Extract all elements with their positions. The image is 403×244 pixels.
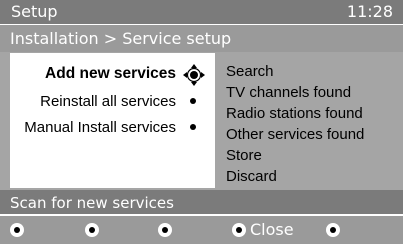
menu-item-label: Reinstall all services xyxy=(40,92,176,110)
submenu-item-other-services-found: Other services found xyxy=(226,126,365,143)
submenu-panel: Search TV channels found Radio stations … xyxy=(216,53,396,188)
screen-title: Setup xyxy=(11,2,58,21)
menu-item-add-new-services[interactable]: Add new services xyxy=(45,63,205,86)
color-key-2-icon[interactable] xyxy=(85,223,99,237)
color-key-1-icon[interactable] xyxy=(10,223,24,237)
submenu-item-tv-channels-found: TV channels found xyxy=(226,84,352,101)
menu-item-manual-install-services[interactable]: Manual Install services xyxy=(24,116,203,138)
color-key-5-icon[interactable] xyxy=(326,223,340,237)
close-key-label[interactable]: Close xyxy=(250,219,294,241)
color-key-bar: Close xyxy=(0,216,403,244)
submenu-item-search[interactable]: Search xyxy=(226,62,274,82)
title-bar: Setup 11:28 xyxy=(0,0,403,24)
bullet-icon xyxy=(183,91,203,111)
submenu-item-radio-stations-found: Radio stations found xyxy=(226,105,363,122)
color-key-3-icon[interactable] xyxy=(158,223,172,237)
submenu-item-discard[interactable]: Discard xyxy=(226,167,277,187)
navigation-cursor-icon xyxy=(183,64,205,86)
breadcrumb-bar: Installation > Service setup xyxy=(0,25,403,52)
submenu-item-store[interactable]: Store xyxy=(226,146,262,166)
menu-item-label: Add new services xyxy=(45,65,176,82)
help-text: Scan for new services xyxy=(10,194,174,212)
service-menu: Add new services Reinstall all services … xyxy=(10,53,215,188)
hint-bar: Scan for new services xyxy=(0,190,403,214)
close-key-icon[interactable] xyxy=(232,223,246,237)
breadcrumb: Installation > Service setup xyxy=(10,29,232,48)
menu-item-reinstall-all-services[interactable]: Reinstall all services xyxy=(40,90,203,112)
bullet-icon xyxy=(183,117,203,137)
clock: 11:28 xyxy=(346,2,393,21)
menu-item-label: Manual Install services xyxy=(24,118,176,136)
